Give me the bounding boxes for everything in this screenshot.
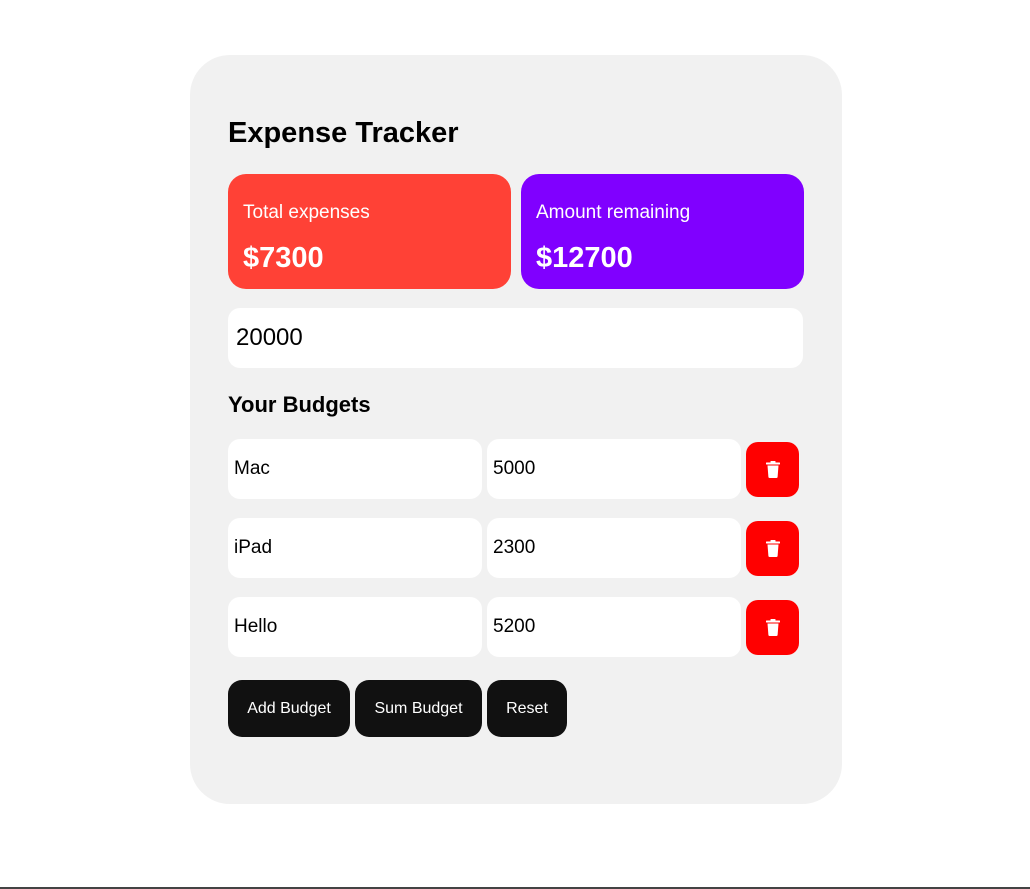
- page: Expense Tracker Total expenses $7300 Amo…: [0, 0, 1030, 889]
- delete-budget-button[interactable]: [746, 521, 799, 576]
- total-expenses-value: $7300: [243, 242, 324, 274]
- trash-icon: [765, 619, 780, 636]
- reset-button[interactable]: Reset: [487, 680, 567, 737]
- budget-row: [228, 439, 803, 499]
- budget-row: [228, 597, 803, 657]
- amount-remaining-label: Amount remaining: [536, 202, 691, 223]
- total-expenses-label: Total expenses: [243, 202, 370, 223]
- budget-name-input[interactable]: [228, 597, 482, 657]
- trash-icon: [765, 540, 780, 557]
- trash-icon: [765, 461, 780, 478]
- page-title: Expense Tracker: [228, 117, 459, 149]
- total-expenses-card: Total expenses $7300: [228, 174, 511, 289]
- budget-amount-input[interactable]: [487, 439, 741, 499]
- amount-remaining-value: $12700: [536, 242, 633, 274]
- budget-name-input[interactable]: [228, 439, 482, 499]
- budget-row: [228, 518, 803, 578]
- delete-budget-button[interactable]: [746, 442, 799, 497]
- amount-remaining-card: Amount remaining $12700: [521, 174, 804, 289]
- total-budget-input[interactable]: [228, 308, 803, 368]
- budget-name-input[interactable]: [228, 518, 482, 578]
- add-budget-button[interactable]: Add Budget: [228, 680, 350, 737]
- your-budgets-heading: Your Budgets: [228, 392, 371, 417]
- expense-tracker-card: Expense Tracker Total expenses $7300 Amo…: [190, 55, 842, 804]
- budget-amount-input[interactable]: [487, 597, 741, 657]
- sum-budget-button[interactable]: Sum Budget: [355, 680, 482, 737]
- budget-amount-input[interactable]: [487, 518, 741, 578]
- delete-budget-button[interactable]: [746, 600, 799, 655]
